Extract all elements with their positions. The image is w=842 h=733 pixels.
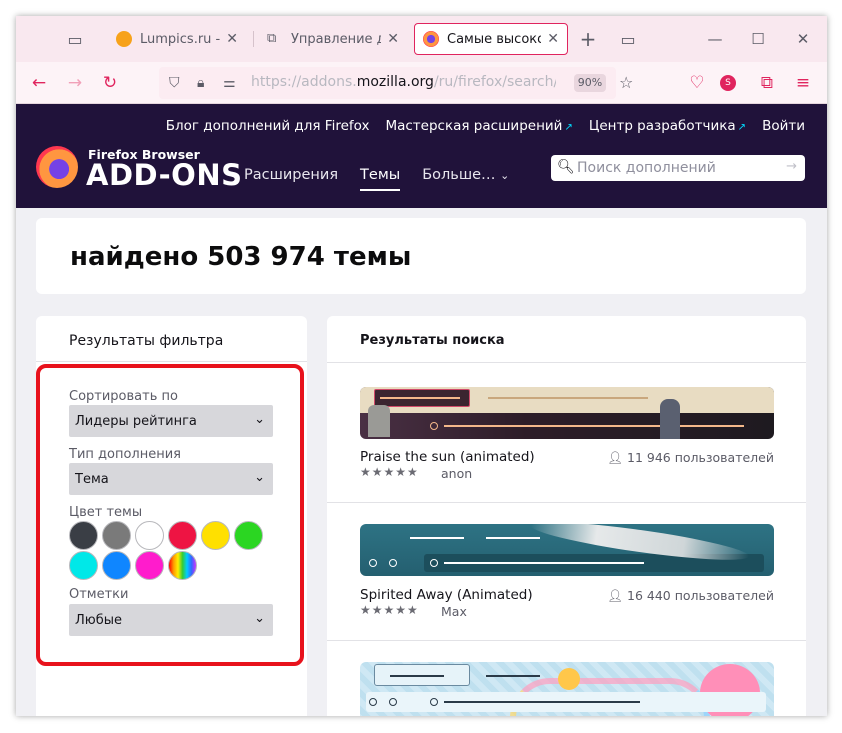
preview-dot (430, 698, 438, 706)
theme-preview-kirby[interactable] (360, 662, 774, 716)
preview-dot (430, 559, 438, 567)
preview-character-figure (368, 405, 390, 437)
results-title: Результаты поиска (360, 333, 505, 348)
page-title: найдено 503 974 темы (70, 242, 412, 272)
browser-window: ▭ Lumpics.ru - поме ✕ ⧉ Управление допо … (16, 16, 827, 716)
preview-urlbar-line (444, 562, 644, 564)
preview-dot (369, 698, 377, 706)
nav-extensions[interactable]: Расширения (244, 167, 338, 191)
search-icon: 🔍︎ (557, 159, 575, 175)
theme-rating-stars: ★★★★★ (360, 465, 419, 479)
bookmark-star-icon[interactable]: ☆ (619, 73, 633, 92)
theme-author[interactable]: anon (441, 466, 472, 481)
external-link-icon: ↗ (564, 122, 573, 133)
back-arrow-icon[interactable]: ← (28, 72, 50, 94)
page-content: найдено 503 974 темы Результаты фильтра … (16, 208, 827, 716)
url-text[interactable]: https://addons.mozilla.org/ru/firefox/se… (251, 74, 556, 90)
theme-name[interactable]: Spirited Away (Animated) (360, 587, 533, 603)
minimize-icon[interactable]: — (703, 28, 727, 50)
preview-urlbar-line (444, 701, 640, 703)
external-link-icon: ↗ (737, 122, 747, 133)
divider (327, 640, 806, 641)
tab-top-rated[interactable]: Самые высоко оц ✕ (414, 23, 568, 55)
preview-line (486, 537, 540, 539)
menu-icon[interactable]: ≡ (792, 72, 814, 94)
zoom-level[interactable]: 90% (574, 74, 606, 92)
url-bar[interactable]: ⛉ 🔒︎ ⚌ https://addons.mozilla.org/ru/fir… (159, 67, 633, 99)
maximize-icon[interactable]: ☐ (746, 28, 770, 50)
preview-line (488, 397, 648, 399)
theme-name[interactable]: Praise the sun (animated) (360, 449, 535, 465)
search-results-card: Результаты поиска Praise the sun (animat… (327, 316, 806, 716)
divider (36, 361, 307, 362)
tab-lumpics[interactable]: Lumpics.ru - поме ✕ (108, 23, 246, 55)
tab-addons-manager[interactable]: ⧉ Управление допо ✕ (259, 23, 407, 55)
close-icon[interactable]: ✕ (547, 31, 559, 47)
filter-title: Результаты фильтра (69, 333, 224, 349)
theme-preview-praise-the-sun[interactable] (360, 387, 774, 439)
account-avatar[interactable]: S (720, 75, 736, 91)
theme-users: 👤︎ 16 440 пользователей (607, 588, 774, 603)
permissions-icon[interactable]: ⚌ (223, 75, 236, 91)
puzzle-icon: ⧉ (267, 31, 277, 46)
new-tab-icon[interactable]: + (577, 27, 599, 51)
link-developer-hub[interactable]: Центр разработчика ↗ (589, 118, 746, 134)
preview-dot (369, 559, 377, 567)
preview-urlbar-line (444, 425, 744, 427)
chevron-down-icon: ⌄ (500, 169, 510, 182)
link-blog[interactable]: Блог дополнений для Firefox (166, 118, 370, 134)
theme-preview-spirited-away[interactable] (360, 524, 774, 576)
tab-separator (253, 31, 254, 47)
extensions-icon[interactable]: ⧉ (756, 72, 778, 94)
tab-list-icon[interactable]: ▭ (617, 28, 639, 50)
user-icon: 👤︎ (607, 588, 624, 603)
link-login[interactable]: Войти (762, 118, 805, 134)
forward-arrow-icon[interactable]: → (64, 72, 86, 94)
preview-line (410, 537, 464, 539)
close-icon[interactable]: ✕ (226, 31, 238, 47)
reload-icon[interactable]: ↻ (99, 72, 121, 94)
preview-star-figure (558, 668, 580, 690)
preview-line (486, 675, 540, 677)
close-window-icon[interactable]: ✕ (791, 28, 815, 50)
theme-author[interactable]: Max (441, 604, 467, 619)
shield-icon[interactable]: ⛉ (169, 75, 180, 91)
highlight-box (36, 364, 304, 666)
navigation-bar: ← → ↻ ⛉ 🔒︎ ⚌ https://addons.mozilla.org/… (16, 62, 827, 104)
pocket-icon[interactable]: ♡ (686, 72, 708, 94)
top-links: Блог дополнений для Firefox Мастерская р… (166, 118, 805, 134)
close-icon[interactable]: ✕ (387, 31, 399, 47)
lumpics-favicon-icon (116, 31, 132, 47)
amo-header: Блог дополнений для Firefox Мастерская р… (16, 104, 827, 208)
divider (327, 362, 806, 363)
link-workshop[interactable]: Мастерская расширений ↗ (385, 118, 572, 134)
addon-search: 🔍︎ → (551, 155, 805, 181)
preview-knight-figure (660, 399, 680, 439)
theme-users: 👤︎ 11 946 пользователей (607, 450, 774, 465)
firefox-favicon-icon (423, 31, 439, 47)
preview-tab-bar (380, 397, 460, 399)
search-submit-arrow-icon[interactable]: → (786, 159, 797, 174)
preview-dot (389, 559, 397, 567)
user-icon: 👤︎ (607, 450, 624, 465)
firefox-logo-icon[interactable] (36, 146, 78, 188)
logo-big-text[interactable]: ADD-ONS (86, 158, 242, 192)
preview-dot (389, 698, 397, 706)
divider (327, 502, 806, 503)
tab-bar: ▭ Lumpics.ru - поме ✕ ⧉ Управление допо … (16, 16, 827, 62)
results-heading-card: найдено 503 974 темы (36, 218, 806, 294)
nav-themes[interactable]: Темы (360, 167, 401, 191)
firefox-view-icon[interactable]: ▭ (64, 28, 86, 50)
theme-rating-stars: ★★★★★ (360, 603, 419, 617)
main-nav: Расширения Темы Больше… ⌄ (244, 167, 509, 191)
preview-tab-bar (390, 675, 444, 677)
preview-dot (430, 422, 438, 430)
lock-icon[interactable]: 🔒︎ (197, 75, 204, 91)
search-input[interactable] (577, 158, 777, 178)
nav-more[interactable]: Больше… ⌄ (422, 167, 509, 191)
